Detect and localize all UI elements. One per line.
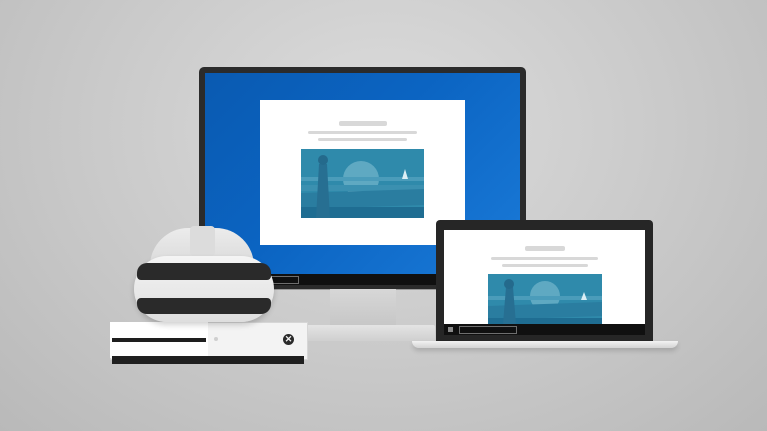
lighthouse-image-icon	[488, 274, 602, 324]
monitor-webpage-text-placeholder	[308, 131, 417, 134]
laptop-keyboard-deck	[412, 341, 678, 348]
monitor-webpage-title-placeholder	[339, 121, 387, 126]
vr-headset-visor-band	[137, 263, 271, 280]
console-disc-slot	[112, 338, 206, 342]
vr-headset-visor-band	[137, 298, 271, 314]
laptop-webpage-text-placeholder	[502, 264, 588, 267]
xbox-logo-icon: ✕	[283, 334, 294, 345]
lighthouse-image-icon	[301, 149, 424, 218]
monitor-webpage-text-placeholder	[318, 138, 407, 141]
console-base	[112, 356, 304, 364]
laptop-webpage-title-placeholder	[525, 246, 565, 251]
vr-headset-top-strap	[190, 226, 215, 256]
monitor-stand-base	[295, 325, 435, 341]
start-button-icon	[448, 327, 453, 332]
monitor-stand-neck	[330, 289, 396, 327]
console-sensor	[214, 337, 218, 341]
laptop-hero-image	[488, 274, 602, 324]
laptop-webpage-text-placeholder	[491, 257, 598, 260]
laptop-taskbar-search-box	[459, 326, 517, 334]
monitor-taskbar-search-box	[271, 276, 299, 284]
monitor-hero-image	[301, 149, 424, 218]
